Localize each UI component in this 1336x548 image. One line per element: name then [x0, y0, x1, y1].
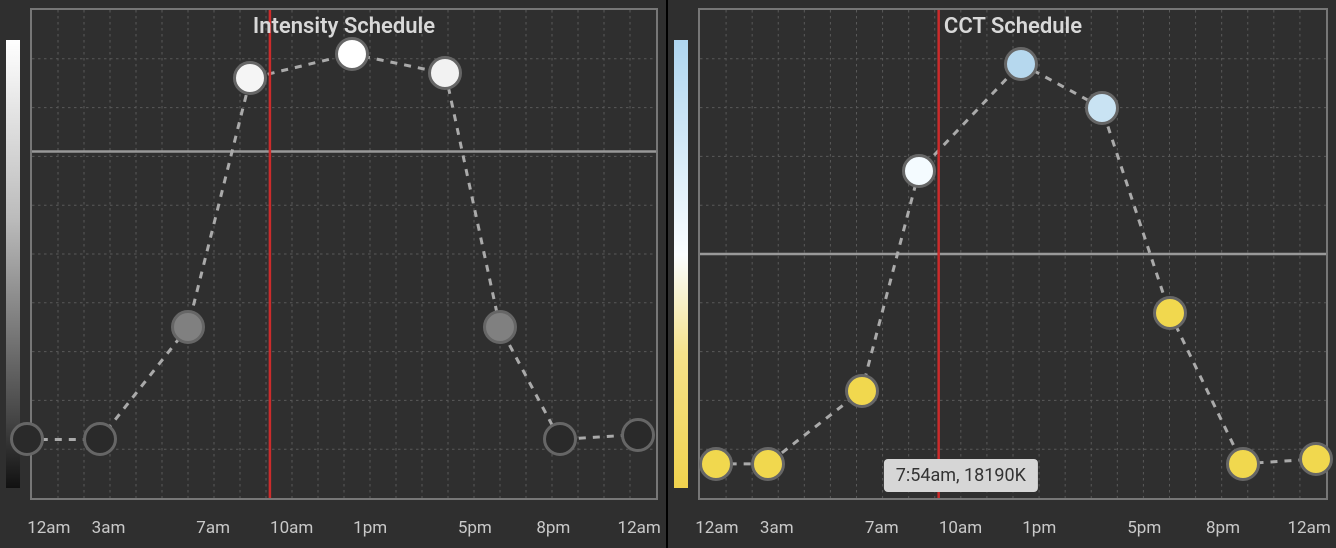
x-axis-tick: 5pm [458, 518, 492, 538]
chart-tooltip: 7:54am, 18190K [884, 459, 1038, 492]
x-axis-tick: 5pm [1127, 518, 1161, 538]
x-axis-tick: 7am [196, 518, 230, 538]
x-axis-tick: 10am [270, 518, 313, 538]
x-axis-tick: 8pm [536, 518, 570, 538]
cct-chart-title: CCT Schedule [944, 14, 1082, 39]
schedule-point[interactable] [902, 154, 936, 188]
x-axis-tick: 7am [865, 518, 899, 538]
schedule-point[interactable] [233, 61, 267, 95]
x-axis-tick: 12am [1287, 518, 1330, 538]
cct-schedule-panel: CCT Schedule 7:54am, 18190K 12am 3am 7am 10… [668, 0, 1336, 548]
intensity-schedule-panel: Intensity Schedule 12am 3am 7am 10am 1pm 5pm 8… [0, 0, 668, 548]
intensity-gradient-scale [6, 40, 20, 488]
schedule-point[interactable] [483, 310, 517, 344]
schedule-point[interactable] [621, 418, 655, 452]
intensity-chart-area[interactable]: Intensity Schedule [30, 8, 658, 500]
schedule-point[interactable] [335, 37, 369, 71]
schedule-point[interactable] [845, 374, 879, 408]
schedule-point[interactable] [1004, 47, 1038, 81]
cct-gradient-scale [674, 40, 688, 488]
x-axis-tick: 1pm [1022, 518, 1056, 538]
schedule-point[interactable] [699, 447, 733, 481]
schedule-point[interactable] [1226, 447, 1260, 481]
x-axis-tick: 8pm [1206, 518, 1240, 538]
x-axis-tick: 3am [92, 518, 126, 538]
x-axis-tick: 1pm [353, 518, 387, 538]
schedule-point[interactable] [10, 422, 44, 456]
schedule-point[interactable] [428, 56, 462, 90]
intensity-chart-title: Intensity Schedule [253, 14, 435, 39]
x-axis-tick: 12am [618, 518, 661, 538]
schedule-point[interactable] [1299, 442, 1333, 476]
schedule-point[interactable] [83, 422, 117, 456]
x-axis-tick: 10am [939, 518, 982, 538]
schedule-point[interactable] [751, 447, 785, 481]
x-axis-tick: 12am [695, 518, 738, 538]
x-axis-tick: 3am [760, 518, 794, 538]
intensity-x-axis: 12am 3am 7am 10am 1pm 5pm 8pm 12am [30, 508, 658, 538]
x-axis-tick: 12am [27, 518, 70, 538]
cct-chart-area[interactable]: CCT Schedule 7:54am, 18190K [698, 8, 1328, 500]
schedule-point[interactable] [1153, 296, 1187, 330]
schedule-point[interactable] [543, 422, 577, 456]
schedule-point[interactable] [1085, 91, 1119, 125]
cct-x-axis: 12am 3am 7am 10am 1pm 5pm 8pm 12am [698, 508, 1328, 538]
schedule-point[interactable] [171, 310, 205, 344]
